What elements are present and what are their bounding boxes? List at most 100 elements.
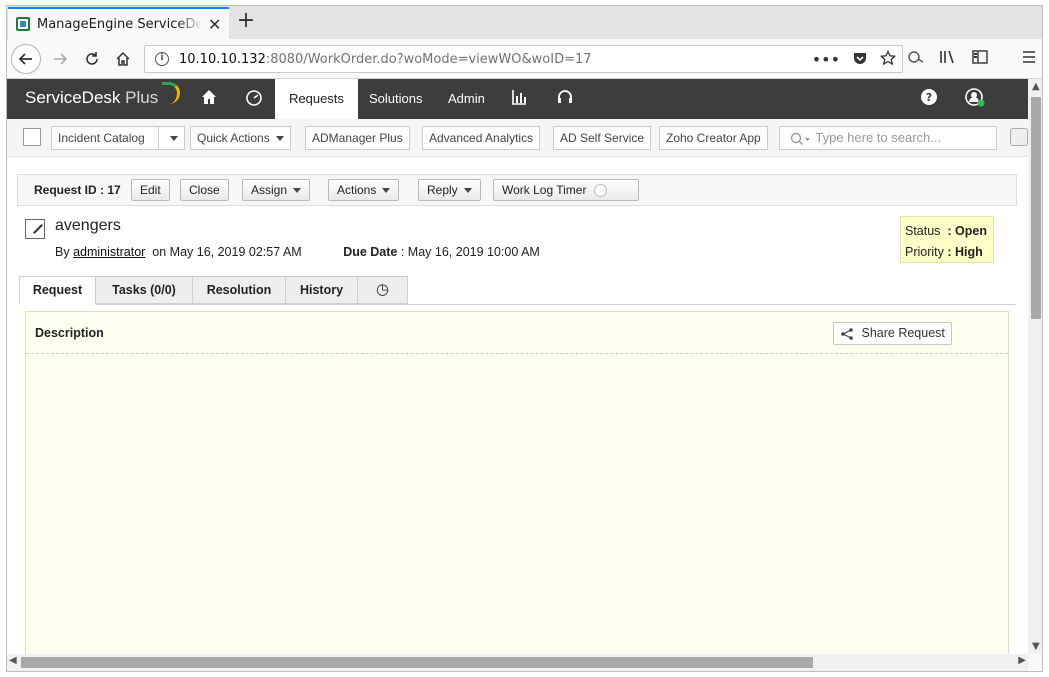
assign-label: Assign	[251, 183, 288, 197]
user-profile-icon[interactable]	[963, 88, 987, 113]
actions-button[interactable]: Actions	[328, 179, 400, 201]
servicedesk-favicon-icon	[16, 17, 30, 31]
assign-button[interactable]: Assign	[242, 179, 311, 201]
clock-icon[interactable]: ◷	[357, 276, 408, 304]
tab-title: ManageEngine ServiceDesk Plus	[37, 16, 202, 32]
close-tab-icon[interactable]: ✕	[208, 15, 221, 34]
sidebar-icon[interactable]	[971, 49, 989, 69]
reports-chart-icon[interactable]	[507, 88, 531, 111]
chevron-down-icon	[275, 136, 284, 142]
browser-tab-active[interactable]: ManageEngine ServiceDesk Plus ✕	[8, 7, 229, 39]
pocket-icon[interactable]	[852, 50, 868, 70]
scroll-down-icon[interactable]: ▼	[1032, 641, 1040, 652]
work-log-timer-label: Work Log Timer	[502, 183, 587, 197]
priority-label: Priority	[905, 245, 944, 259]
status-priority-box: Status : Open Priority : High	[900, 216, 994, 263]
priority-value: : High	[947, 245, 983, 259]
url-actions: •••	[812, 49, 897, 70]
scroll-up-icon[interactable]: ▲	[1032, 81, 1040, 92]
browser-window: ManageEngine ServiceDesk Plus ✕ + i 10.1…	[6, 5, 1043, 672]
back-icon[interactable]	[11, 44, 41, 74]
tab-resolution[interactable]: Resolution	[192, 276, 286, 304]
scroll-right-icon[interactable]: ▶	[1018, 655, 1026, 666]
request-subject: avengers	[55, 217, 121, 234]
chevron-down-icon	[382, 188, 391, 194]
edit-button[interactable]: Edit	[131, 179, 170, 201]
request-detail-content: Request ID : 17 Edit Close Assign Action…	[7, 157, 1028, 671]
support-headset-icon[interactable]	[553, 88, 577, 111]
work-log-timer-button[interactable]: Work Log Timer	[493, 179, 639, 201]
scroll-left-icon[interactable]: ◀	[9, 655, 17, 666]
servicedesk-logo[interactable]: ServiceDesk Plus	[25, 88, 158, 108]
status-value: : Open	[947, 224, 987, 238]
library-icon[interactable]	[939, 49, 957, 69]
url-bar[interactable]: i 10.10.10.132:8080/WorkOrder.do?woMode=…	[144, 45, 903, 73]
new-request-icon[interactable]	[23, 128, 41, 146]
logo-plus-text: Plus	[120, 88, 159, 107]
browser-toolbar-right	[907, 49, 1037, 69]
home-nav-icon[interactable]	[197, 88, 221, 111]
share-icon	[841, 327, 853, 340]
reply-button[interactable]: Reply	[418, 179, 481, 201]
nav-tab-solutions[interactable]: Solutions	[355, 79, 436, 119]
incident-catalog-button[interactable]: Incident Catalog	[51, 126, 186, 150]
svg-text:?: ?	[926, 91, 932, 104]
description-panel: Description Share Request	[25, 311, 1009, 671]
star-icon[interactable]	[879, 49, 897, 70]
request-toolbar: Request ID : 17 Edit Close Assign Action…	[17, 174, 1017, 206]
logo-main-text: ServiceDesk	[25, 88, 121, 107]
chevron-down-icon	[293, 188, 302, 194]
browser-navbar: i 10.10.10.132:8080/WorkOrder.do?woMode=…	[7, 39, 1042, 79]
due-date-value: : May 16, 2019 10:00 AM	[400, 245, 540, 259]
reload-icon[interactable]	[77, 44, 107, 74]
incident-catalog-label: Incident Catalog	[58, 131, 145, 145]
created-date: May 16, 2019 02:57 AM	[169, 245, 302, 259]
info-icon[interactable]: i	[155, 52, 169, 66]
horizontal-scrollbar[interactable]: ◀ ▶	[7, 654, 1028, 671]
share-request-label: Share Request	[861, 326, 945, 340]
search-placeholder: Type here to search...	[815, 130, 942, 145]
global-search-input[interactable]: Type here to search...	[779, 126, 997, 150]
dashboard-gauge-icon[interactable]	[242, 88, 266, 111]
tab-request[interactable]: Request	[19, 276, 96, 305]
horizontal-scroll-thumb[interactable]	[21, 657, 813, 668]
url-path: :8080/WorkOrder.do?woMode=viewWO&woID=17	[265, 51, 592, 67]
request-id: Request ID : 17	[34, 183, 121, 197]
logo-arc-icon	[162, 82, 180, 104]
quick-actions-label: Quick Actions	[197, 131, 270, 145]
vertical-scrollbar[interactable]: ▲ ▼	[1028, 79, 1042, 654]
nav-tab-admin[interactable]: Admin	[434, 79, 499, 119]
request-edit-icon	[25, 219, 45, 239]
detail-tabs: Request Tasks (0/0) Resolution History ◷	[19, 276, 1016, 305]
activity-icon[interactable]	[1010, 128, 1028, 146]
tab-history[interactable]: History	[285, 276, 358, 304]
chevron-down-icon[interactable]	[170, 136, 179, 142]
extension-icon[interactable]	[907, 49, 925, 69]
tab-tasks[interactable]: Tasks (0/0)	[95, 276, 193, 304]
admanager-plus-link[interactable]: ADManager Plus	[305, 126, 410, 150]
requester-link[interactable]: administrator	[73, 245, 145, 259]
status-label: Status	[905, 224, 941, 238]
page-actions-menu-icon[interactable]: •••	[812, 50, 840, 70]
help-icon[interactable]: ?	[917, 88, 941, 111]
quick-actions-button[interactable]: Quick Actions	[190, 126, 291, 150]
share-request-button[interactable]: Share Request	[833, 322, 952, 345]
nav-tab-requests[interactable]: Requests	[275, 79, 358, 119]
advanced-analytics-link[interactable]: Advanced Analytics	[422, 126, 541, 150]
split-divider	[158, 127, 160, 149]
status-row: Status : Open	[905, 221, 989, 242]
menu-icon[interactable]	[1021, 49, 1037, 69]
quick-links-bar: Incident Catalog Quick Actions ADManager…	[7, 119, 1028, 157]
actions-label: Actions	[337, 183, 377, 197]
close-request-button[interactable]: Close	[180, 179, 229, 201]
zoho-creator-app-link[interactable]: Zoho Creator App	[659, 126, 768, 150]
ad-self-service-link[interactable]: AD Self Service	[553, 126, 652, 150]
app-header: ServiceDesk Plus Requests Solutions Admi…	[7, 79, 1028, 119]
due-date-label: Due Date	[343, 245, 398, 259]
description-divider	[26, 353, 1008, 354]
new-tab-button[interactable]: +	[235, 10, 257, 32]
vertical-scroll-thumb[interactable]	[1031, 97, 1041, 319]
home-icon[interactable]	[108, 44, 138, 74]
chevron-down-icon	[463, 188, 472, 194]
forward-icon[interactable]	[45, 44, 75, 74]
